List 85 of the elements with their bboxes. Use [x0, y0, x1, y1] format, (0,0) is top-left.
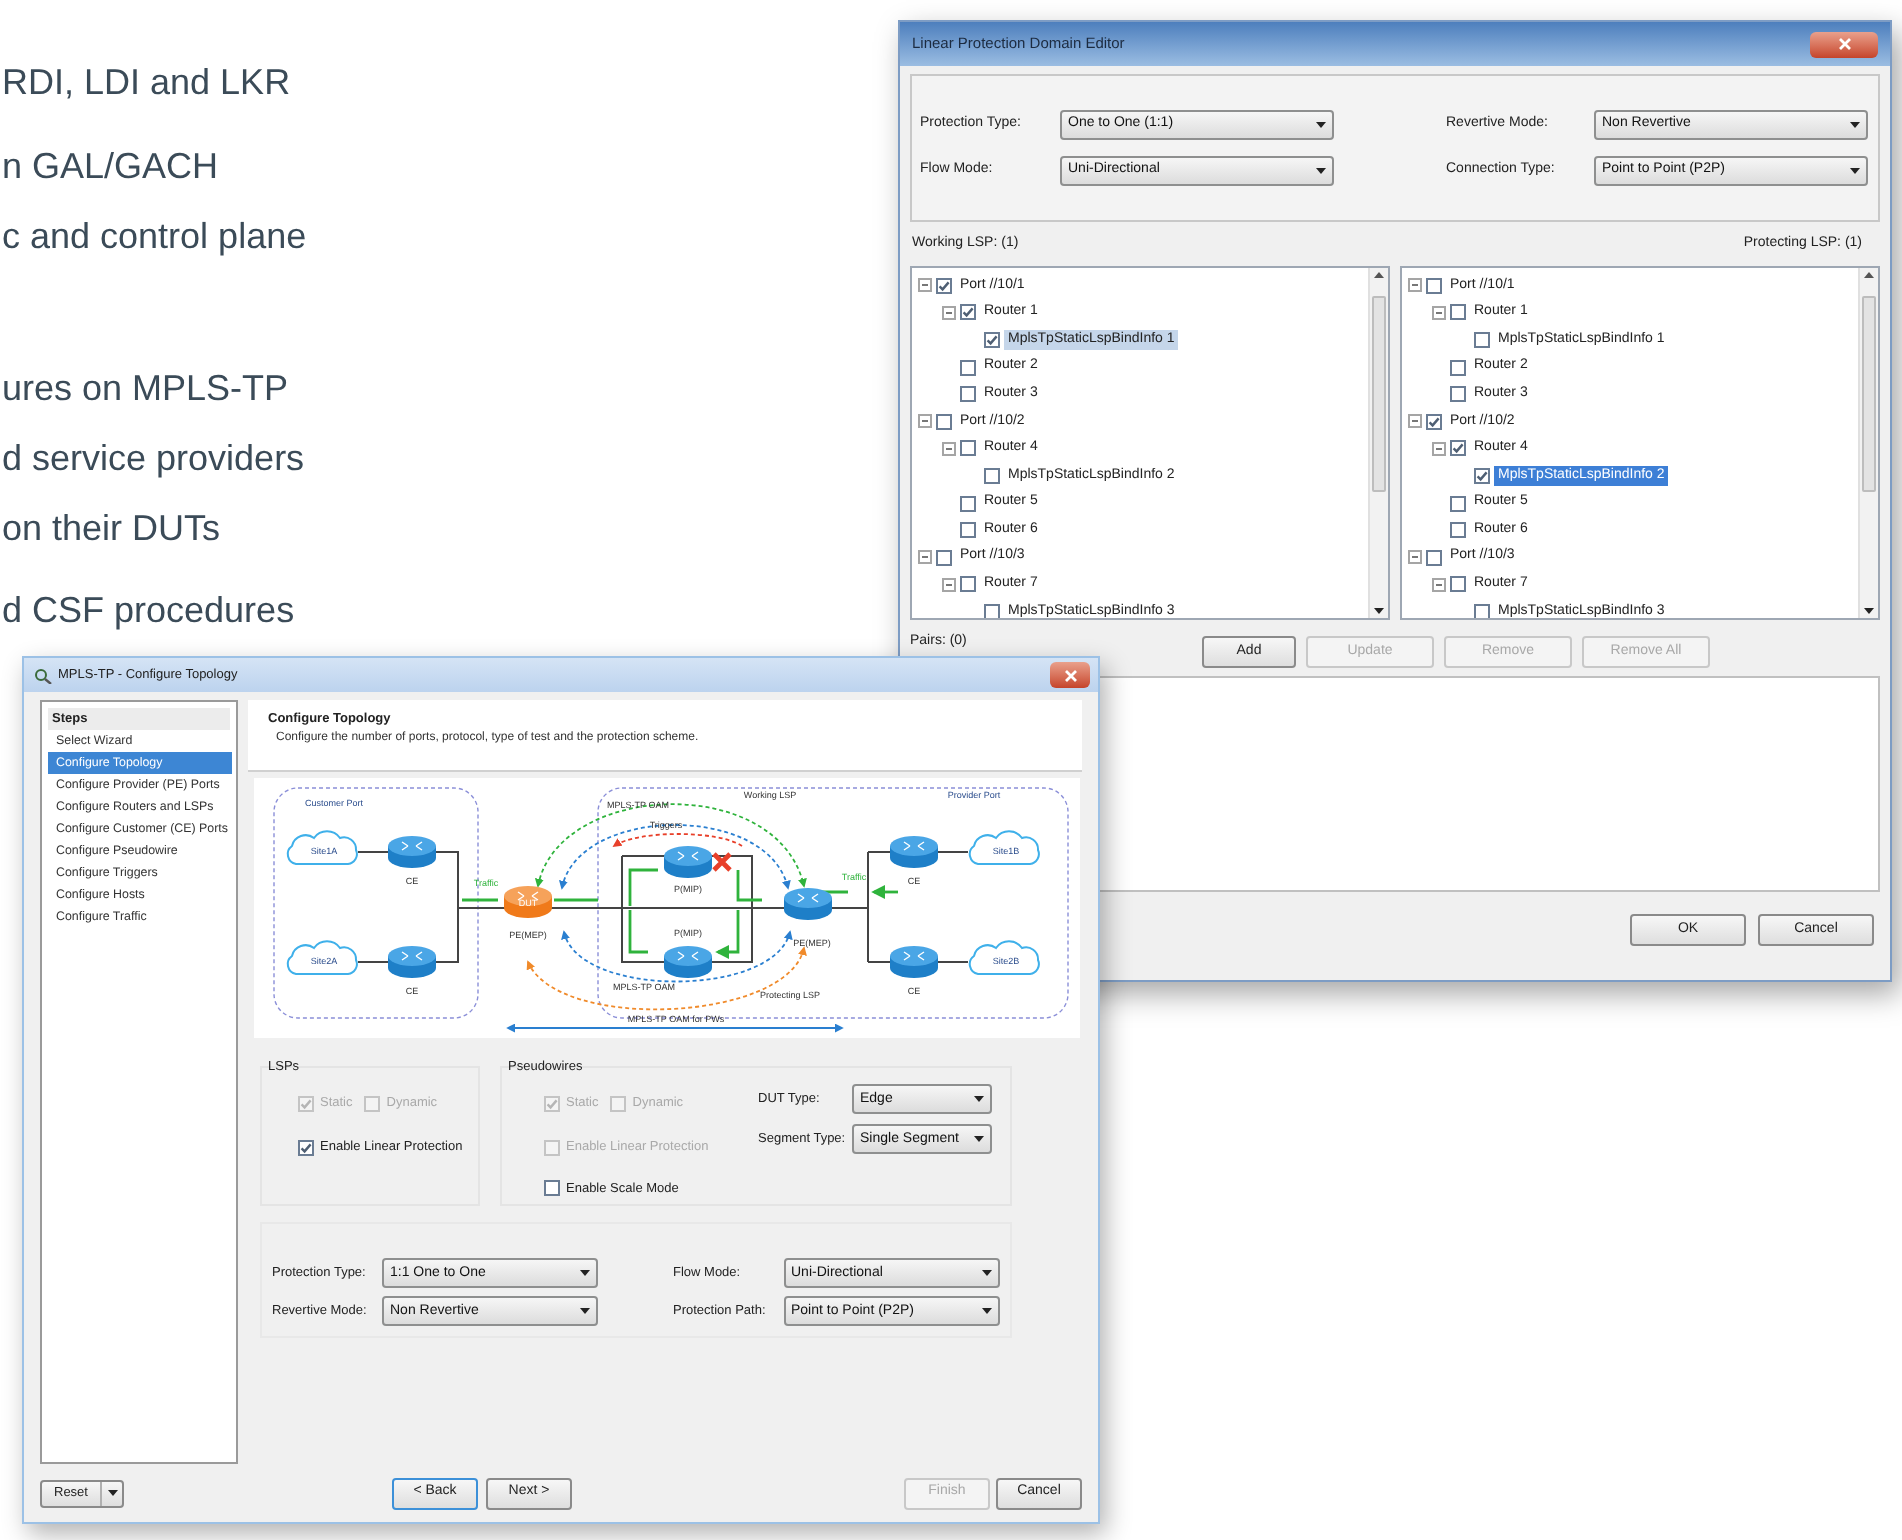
cloud-icon	[286, 830, 358, 866]
scrollbar[interactable]	[1858, 268, 1878, 618]
feature-text: ures on MPLS-TP	[2, 366, 289, 412]
caret-icon	[580, 1308, 590, 1315]
cloud-icon	[286, 940, 358, 976]
caret-icon	[1864, 608, 1874, 614]
checkbox[interactable]	[936, 277, 952, 294]
failure-x-icon	[711, 852, 733, 873]
collapse-icon[interactable]	[1408, 550, 1422, 565]
checkbox[interactable]	[984, 603, 1000, 618]
checkbox[interactable]	[1450, 576, 1466, 593]
router-icon	[504, 886, 552, 919]
close-button[interactable]	[1810, 31, 1878, 57]
checkbox[interactable]	[1474, 331, 1490, 348]
feature-text: d CSF procedures	[2, 588, 295, 634]
scroll-up-icon[interactable]	[1374, 272, 1384, 278]
scroll-up-icon[interactable]	[1864, 272, 1874, 278]
checkbox[interactable]	[1450, 304, 1466, 321]
close-button[interactable]	[1050, 662, 1090, 689]
caret-icon	[974, 1096, 984, 1103]
collapse-icon[interactable]	[942, 305, 956, 320]
caret-icon	[580, 1270, 590, 1277]
checkbox[interactable]	[298, 1139, 314, 1156]
caret-icon	[981, 1308, 991, 1315]
caret-icon	[1316, 168, 1326, 174]
app-icon	[34, 667, 52, 684]
checkbox[interactable]	[1450, 386, 1466, 403]
trigger-arrow	[612, 833, 743, 848]
checkbox[interactable]	[960, 386, 976, 403]
feature-text: RDI, LDI and LKR	[2, 60, 291, 106]
checkbox[interactable]	[960, 304, 976, 321]
caret-icon	[1316, 122, 1326, 128]
router-icon	[784, 888, 832, 921]
close-icon	[1063, 669, 1077, 682]
router-icon	[664, 846, 712, 879]
checkbox[interactable]	[1426, 277, 1442, 294]
checkbox[interactable]	[960, 495, 976, 512]
collapse-icon[interactable]	[1432, 577, 1446, 592]
collapse-icon[interactable]	[1408, 278, 1422, 293]
feature-text: on their DUTs	[2, 506, 221, 552]
feature-text: d service providers	[2, 436, 305, 482]
checkbox[interactable]	[544, 1180, 560, 1197]
caret-icon	[1374, 608, 1384, 614]
collapse-icon[interactable]	[918, 278, 932, 293]
caret-icon	[1850, 168, 1860, 174]
router-icon	[890, 836, 938, 869]
checkbox[interactable]	[960, 359, 976, 376]
caret-icon	[107, 1490, 117, 1497]
cloud-icon	[968, 830, 1040, 866]
checkbox[interactable]	[1450, 495, 1466, 512]
checkbox[interactable]	[1426, 549, 1442, 566]
router-icon	[388, 836, 436, 869]
cloud-icon	[968, 940, 1040, 976]
checkbox[interactable]	[984, 467, 1000, 484]
scroll-thumb[interactable]	[1862, 295, 1876, 491]
checkbox[interactable]	[1474, 467, 1490, 484]
checkbox[interactable]	[1450, 440, 1466, 457]
caret-icon	[974, 1136, 984, 1143]
collapse-icon[interactable]	[1432, 305, 1446, 320]
router-icon	[664, 946, 712, 979]
collapse-icon[interactable]	[942, 441, 956, 456]
collapse-icon[interactable]	[1408, 414, 1422, 429]
router-icon	[388, 946, 436, 979]
scroll-thumb[interactable]	[1372, 295, 1386, 491]
checkbox[interactable]	[960, 522, 976, 539]
checkbox[interactable]	[1426, 413, 1442, 430]
checkbox[interactable]	[984, 331, 1000, 348]
scrollbar[interactable]	[1368, 268, 1388, 618]
checkbox[interactable]	[960, 440, 976, 457]
checkbox[interactable]	[960, 576, 976, 593]
caret-icon	[981, 1270, 991, 1277]
collapse-icon[interactable]	[1432, 441, 1446, 456]
router-icon	[890, 946, 938, 979]
checkbox[interactable]	[1450, 522, 1466, 539]
feature-text: n GAL/GACH	[2, 144, 219, 190]
collapse-icon[interactable]	[918, 550, 932, 565]
checkbox[interactable]	[1474, 603, 1490, 618]
collapse-icon[interactable]	[942, 577, 956, 592]
feature-text: c and control plane	[2, 214, 307, 260]
checkbox[interactable]	[936, 549, 952, 566]
checkbox[interactable]	[1450, 359, 1466, 376]
close-icon	[1837, 38, 1851, 50]
collapse-icon[interactable]	[918, 414, 932, 429]
checkbox[interactable]	[936, 413, 952, 430]
caret-icon	[1850, 122, 1860, 128]
